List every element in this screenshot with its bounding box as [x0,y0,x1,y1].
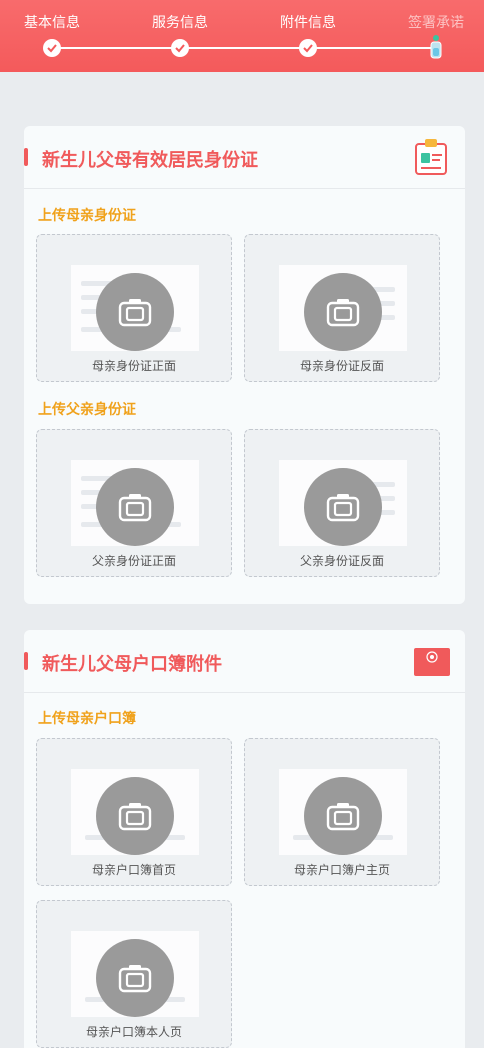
camera-icon [304,273,382,351]
upload-father-id-front[interactable]: 父亲身份证正面 [36,429,232,577]
upload-label: 父亲身份证反面 [299,554,384,568]
household-register-section: 新生儿父母户口簿附件 上传母亲户口簿 母亲户口簿首页 母亲户口簿户主页 母亲户口… [24,630,465,1048]
upload-label: 母亲身份证反面 [299,359,384,373]
upload-father-id-back[interactable]: 父亲身份证反面 [244,429,440,577]
camera-icon [96,939,174,1017]
step-label-service-info: 服务信息 [152,15,208,31]
section-label-father-id: 上传父亲身份证 [38,402,136,418]
upload-label: 母亲户口簿户主页 [293,863,390,877]
upload-label: 母亲身份证正面 [91,359,176,373]
upload-label: 母亲户口簿本人页 [85,1025,182,1039]
step-label-attachment-info: 附件信息 [280,15,336,31]
upload-mother-register-self-page[interactable]: 母亲户口簿本人页 [36,900,232,1048]
camera-icon [96,777,174,855]
camera-icon [304,468,382,546]
step-label-sign-commitment: 签署承诺 [408,15,464,31]
camera-icon [96,273,174,351]
card-title: 新生儿父母户口簿附件 [42,654,222,675]
id-card-section: 新生儿父母有效居民身份证 上传母亲身份证 母亲身份证正面 母亲身份证反面 上传父… [24,126,465,604]
current-step-icon [428,34,444,60]
step-done-check-icon [43,39,61,57]
camera-icon [304,777,382,855]
upload-label: 父亲身份证正面 [91,554,176,568]
upload-mother-register-first-page[interactable]: 母亲户口簿首页 [36,738,232,886]
step-label-basic-info: 基本信息 [24,15,80,31]
card-title: 新生儿父母有效居民身份证 [42,150,258,171]
upload-label: 母亲户口簿首页 [91,863,176,877]
progress-line [52,47,436,49]
step-done-check-icon [171,39,189,57]
step-done-check-icon [299,39,317,57]
section-label-mother-register: 上传母亲户口簿 [38,711,136,727]
household-register-icon [414,648,450,680]
upload-mother-register-householder-page[interactable]: 母亲户口簿户主页 [244,738,440,886]
id-card-icon [414,138,448,180]
upload-mother-id-front[interactable]: 母亲身份证正面 [36,234,232,382]
section-label-mother-id: 上传母亲身份证 [38,208,136,224]
camera-icon [96,468,174,546]
upload-mother-id-back[interactable]: 母亲身份证反面 [244,234,440,382]
progress-header: 基本信息 服务信息 附件信息 签署承诺 [0,0,484,72]
